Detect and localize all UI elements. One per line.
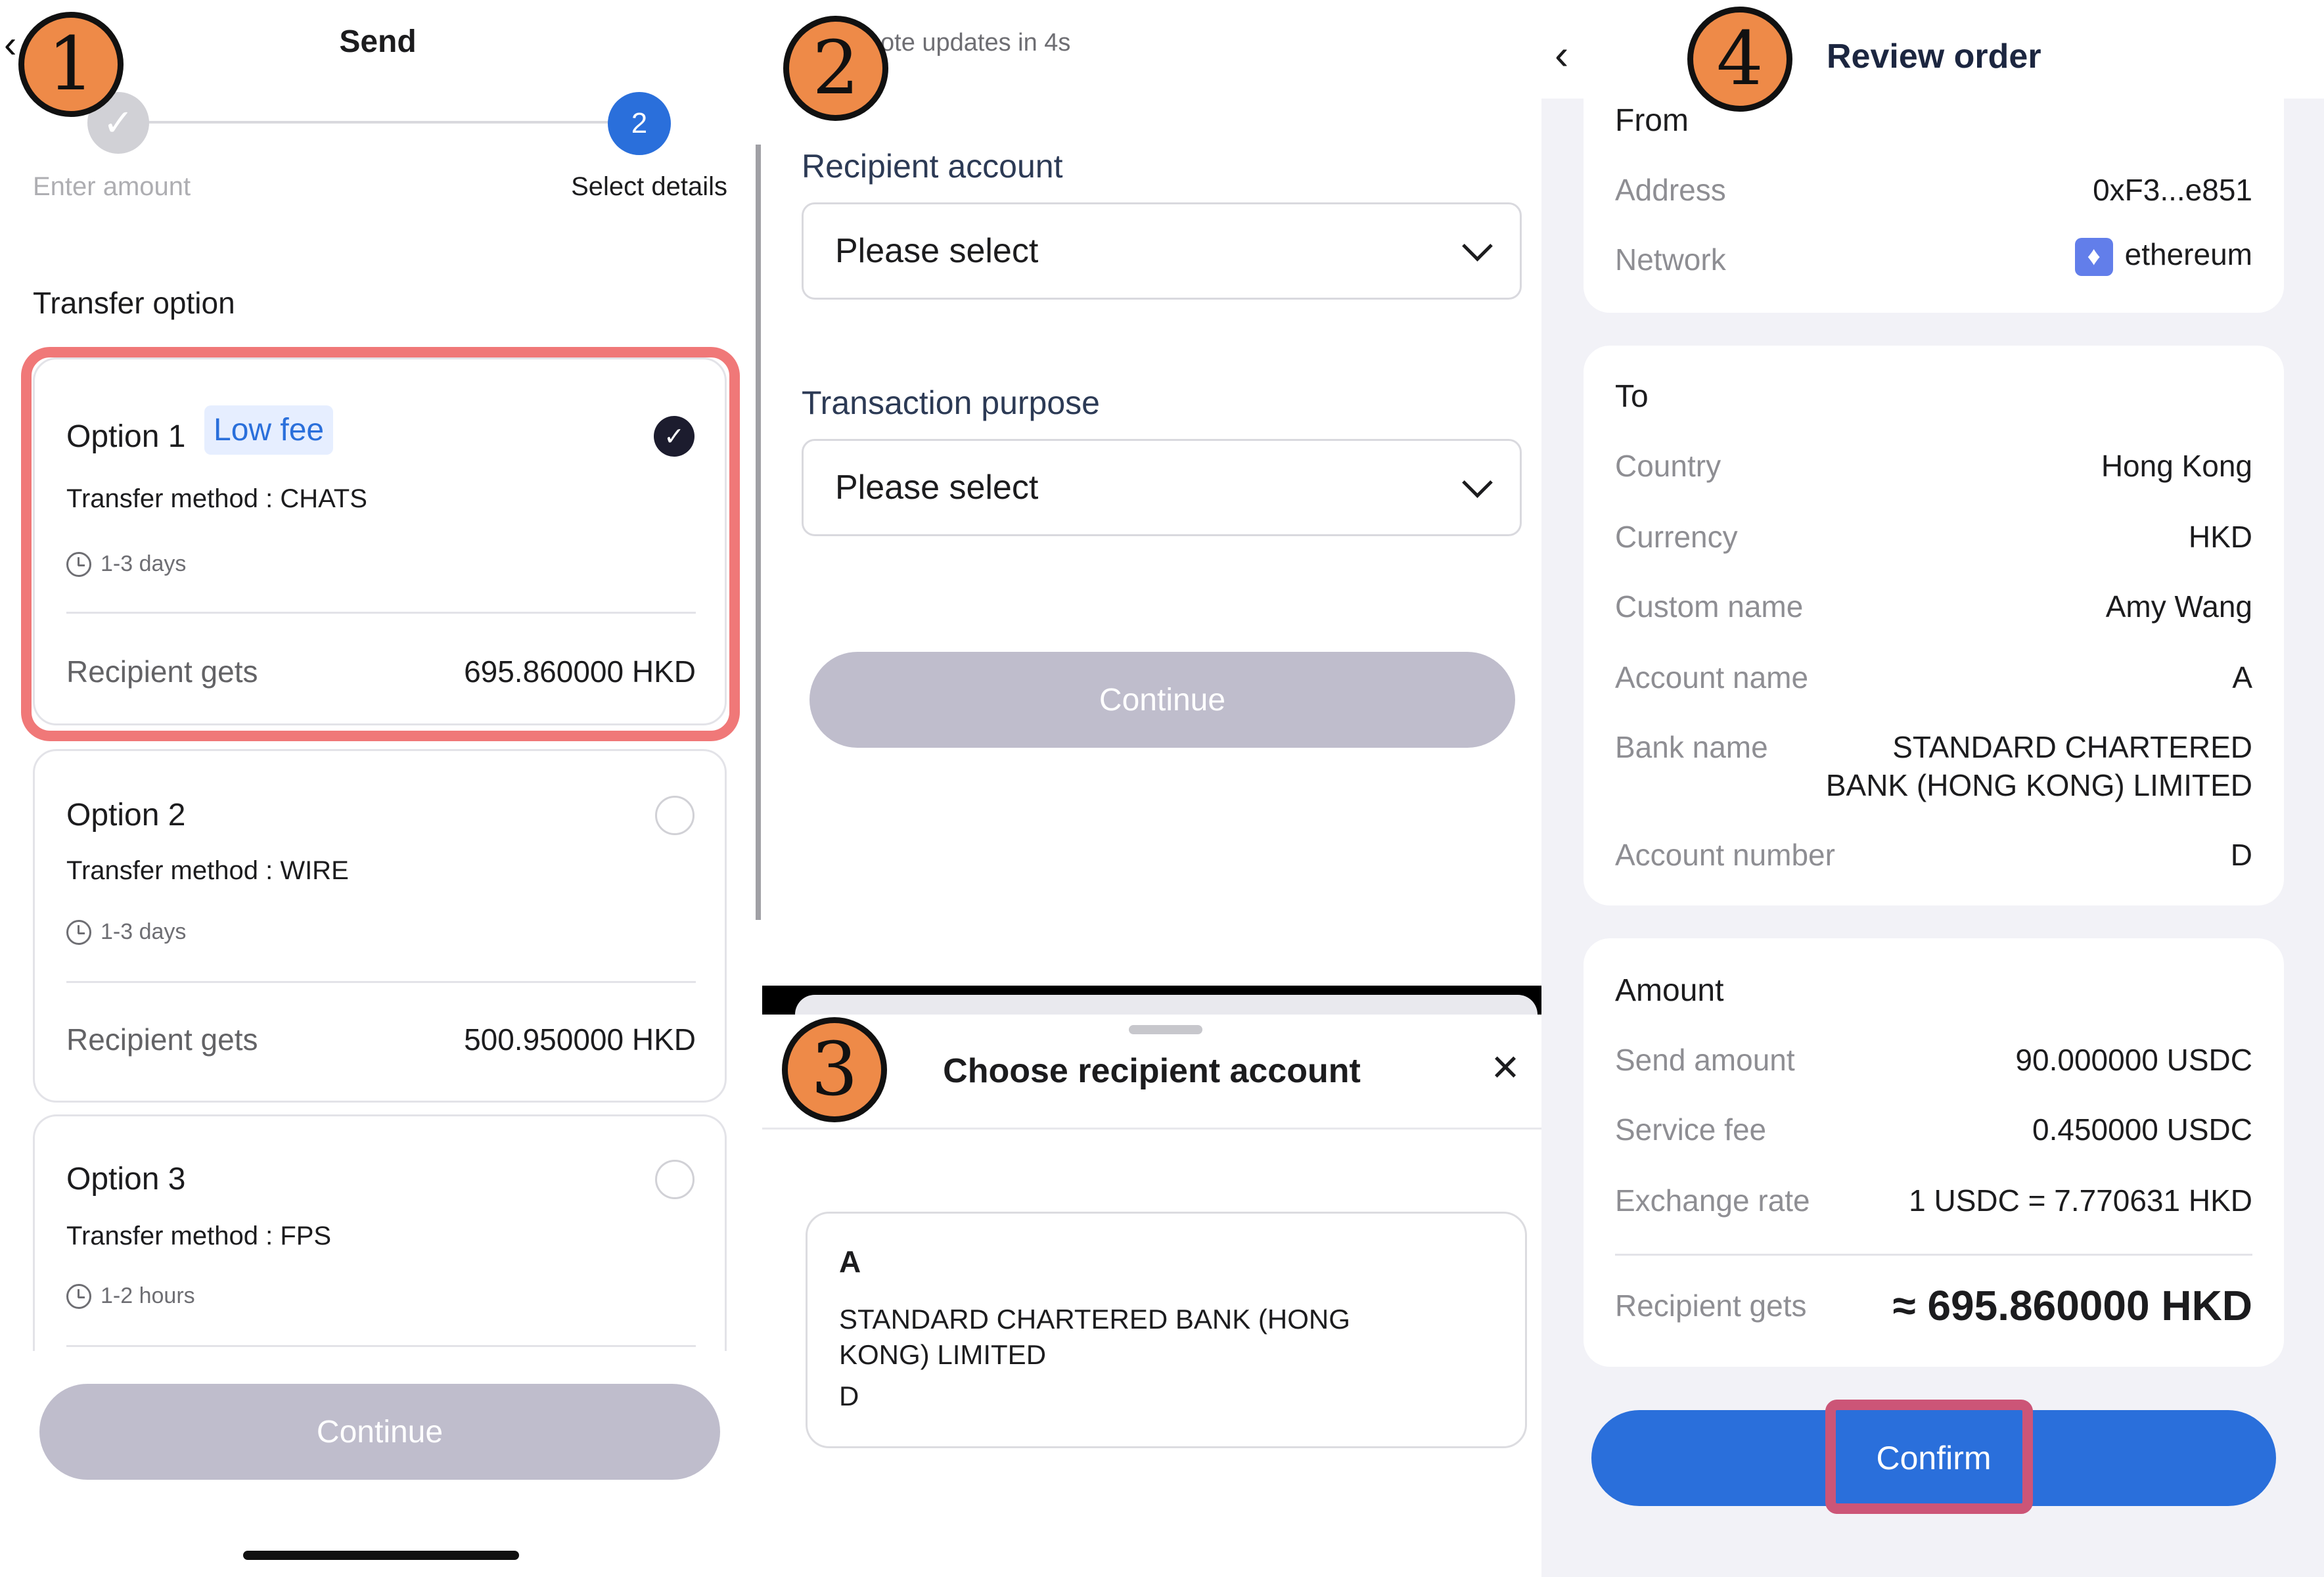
bank-name-label: Bank name [1615,730,1768,764]
from-card: From Address 0xF3...e851 Network ethereu… [1584,99,2284,313]
bank-name-value-line2: BANK (HONG KONG) LIMITED [1825,768,2252,802]
step-label-enter-amount: Enter amount [33,172,191,201]
account-number: D [839,1381,859,1411]
highlight-box-option-1 [21,347,740,741]
select-value: Please select [835,232,1039,270]
stepper-line [118,121,644,124]
address-label: Address [1615,173,1726,207]
custom-name-value: Amy Wang [2105,589,2252,624]
exchange-rate-label: Exchange rate [1615,1183,1810,1218]
transfer-time-text: 1-3 days [101,919,187,944]
currency-label: Currency [1615,520,1738,554]
chevron-down-icon [1462,467,1493,498]
custom-name-label: Custom name [1615,589,1804,624]
account-name-value: A [2232,660,2252,695]
transfer-time-text: 1-2 hours [101,1283,195,1308]
network-value-text: ethereum [2124,237,2252,271]
currency-value: HKD [2188,520,2252,554]
recipient-account-card[interactable]: A STANDARD CHARTERED BANK (HONG KONG) LI… [806,1212,1527,1448]
send-amount-value: 90.000000 USDC [2015,1043,2252,1077]
highlight-box-confirm [1825,1400,2033,1514]
step-badge-2: 2 [783,16,888,121]
account-name-label: Account name [1615,660,1809,695]
radio-unselected[interactable] [655,796,695,835]
transfer-option-2[interactable]: Option 2 Transfer method : WIRE 1-3 days… [33,749,727,1103]
network-value: ethereum [2074,237,2252,276]
transaction-purpose-select[interactable]: Please select [802,439,1522,536]
service-fee-label: Service fee [1615,1112,1767,1147]
divider [66,1345,696,1347]
divider [762,1128,1541,1130]
continue-button[interactable]: Continue [809,652,1515,748]
country-value: Hong Kong [2101,449,2252,483]
transaction-purpose-label: Transaction purpose [802,384,1100,421]
clock-icon [66,919,91,945]
option-name: Option 3 [66,1162,186,1197]
account-name: A [839,1245,861,1279]
clock-icon [66,1283,91,1309]
close-icon[interactable]: × [1492,1043,1519,1091]
to-card: To Country Hong Kong Currency HKD Custom… [1584,346,2284,905]
divider [1615,1254,2252,1256]
from-heading: From [1615,103,1689,138]
divider [66,981,696,983]
section-title: Transfer option [33,286,235,320]
transfer-time: 1-2 hours [66,1283,195,1309]
home-indicator [243,1551,519,1560]
quote-updates-timer: ote updates in 4s [880,29,1071,57]
account-number-label: Account number [1615,838,1835,872]
account-number-value: D [2230,838,2252,872]
ethereum-icon [2074,237,2113,276]
chevron-down-icon [1462,230,1493,262]
country-label: Country [1615,449,1721,483]
account-bank: STANDARD CHARTERED BANK (HONG KONG) LIMI… [839,1304,1350,1370]
scrollbar[interactable] [756,145,761,920]
recipient-gets-label: Recipient gets [1615,1289,1807,1323]
option-name: Option 2 [66,798,186,833]
transfer-method: Transfer method : FPS [66,1222,332,1250]
service-fee-value: 0.450000 USDC [2032,1112,2252,1147]
recipient-gets-label: Recipient gets [66,1022,258,1057]
recipient-account-select[interactable]: Please select [802,202,1522,300]
recipient-gets-value: ≈ 695.860000 HKD [1892,1282,2252,1329]
radio-unselected[interactable] [655,1160,695,1199]
step-badge-1: 1 [18,12,124,117]
to-heading: To [1615,379,1649,414]
step-badge-4: 4 [1687,7,1792,112]
transfer-method: Transfer method : WIRE [66,856,349,885]
address-value: 0xF3...e851 [2093,173,2252,207]
recipient-gets-value: 500.950000 HKD [464,1022,696,1057]
select-value: Please select [835,469,1039,507]
amount-heading: Amount [1615,973,1724,1008]
transfer-option-3[interactable]: Option 3 Transfer method : FPS 1-2 hours [33,1114,727,1351]
recipient-account-label: Recipient account [802,148,1063,185]
step-label-select-details: Select details [571,172,727,201]
step-badge-3: 3 [782,1017,887,1122]
send-amount-label: Send amount [1615,1043,1795,1077]
transfer-time: 1-3 days [66,919,186,945]
bank-name-value-line1: STANDARD CHARTERED [1892,730,2252,764]
amount-card: Amount Send amount 90.000000 USDC Servic… [1584,938,2284,1367]
page-title: Review order [1827,37,2041,76]
step-current-indicator: 2 [608,92,671,155]
continue-button[interactable]: Continue [39,1384,720,1480]
sheet-grabber[interactable] [1129,1025,1202,1034]
exchange-rate-value: 1 USDC = 7.770631 HKD [1909,1183,2252,1218]
back-icon[interactable]: ‹ [1555,30,1568,79]
network-label: Network [1615,242,1726,277]
